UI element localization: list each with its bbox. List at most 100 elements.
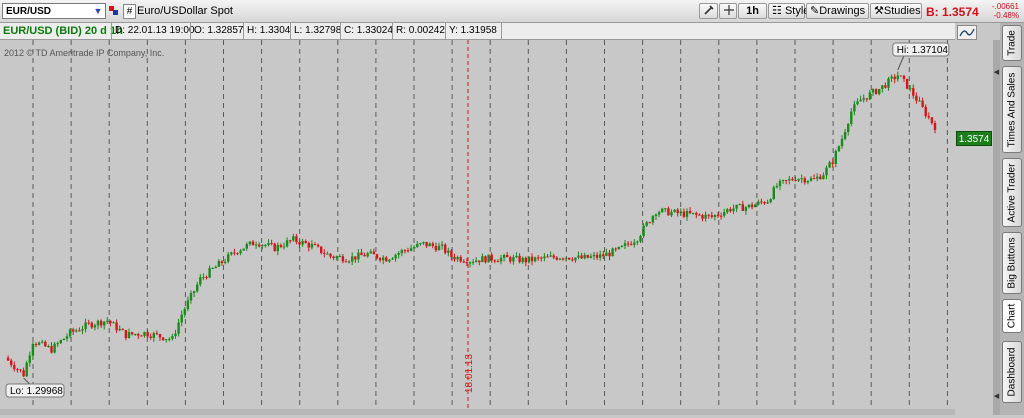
candle-body xyxy=(338,256,341,258)
info-low: L: 1.32798 xyxy=(290,23,341,39)
tab-times-and-sales-label: Times And Sales xyxy=(1006,72,1018,147)
candle-body xyxy=(788,179,791,181)
candle-body xyxy=(735,204,738,209)
candle-body xyxy=(843,132,847,139)
candle-body xyxy=(772,187,775,200)
studies-label: Studies xyxy=(883,5,921,17)
chart-settings-button[interactable] xyxy=(957,25,977,40)
candle-body xyxy=(447,250,450,253)
candle-body xyxy=(285,240,289,247)
candle-body xyxy=(803,178,806,183)
candle-body xyxy=(555,257,558,260)
timeframe-button[interactable]: 1h xyxy=(738,3,767,19)
candle-body xyxy=(682,211,686,217)
candle-body xyxy=(233,252,236,254)
candle-body xyxy=(661,208,664,213)
chevron-down-icon[interactable]: ▼ xyxy=(92,4,104,18)
candle-body xyxy=(719,215,723,217)
candle-body xyxy=(208,268,211,278)
candle-body xyxy=(760,201,763,203)
candle-body xyxy=(68,329,72,337)
candle-body xyxy=(918,100,921,102)
candle-body xyxy=(549,255,552,257)
candle-body xyxy=(496,261,500,263)
candle-body xyxy=(341,256,345,262)
candle-body xyxy=(109,320,112,324)
candle-body xyxy=(611,248,614,257)
candle-body xyxy=(933,123,937,130)
candle-body xyxy=(264,244,267,246)
candle-body xyxy=(65,336,69,339)
style-button[interactable]: ☷ Style xyxy=(768,3,809,19)
chart-title[interactable]: EUR/USD (BID) 20 d 1h xyxy=(3,25,123,37)
side-scrollbar[interactable]: ◀ ◀ xyxy=(993,40,1000,415)
candle-body xyxy=(651,215,655,223)
candle-body xyxy=(909,88,912,90)
candle-body xyxy=(812,178,816,180)
tab-chart[interactable]: Chart xyxy=(1002,299,1022,333)
hash-button[interactable]: # xyxy=(123,4,136,19)
horizontal-scrollbar[interactable] xyxy=(0,409,955,415)
candle-body xyxy=(775,186,779,188)
candle-body xyxy=(37,342,41,345)
tools-icon[interactable] xyxy=(699,3,718,19)
candle-body xyxy=(304,241,307,244)
tab-trade[interactable]: Trade xyxy=(1002,25,1022,61)
tab-active-trader[interactable]: Active Trader xyxy=(1002,158,1022,227)
candle-body xyxy=(214,266,217,269)
scroll-down-icon[interactable]: ◀ xyxy=(993,390,1000,404)
symbol-selector[interactable]: ▼ xyxy=(2,3,106,19)
candle-body xyxy=(695,212,698,215)
candle-body xyxy=(874,89,878,95)
candle-body xyxy=(10,360,13,366)
candle-body xyxy=(859,99,862,102)
tab-times-and-sales[interactable]: Times And Sales xyxy=(1002,66,1022,153)
candle-body xyxy=(800,178,803,180)
candle-body xyxy=(174,333,177,337)
candle-body xyxy=(577,255,580,258)
candle-body xyxy=(344,261,348,263)
candle-body xyxy=(831,162,834,165)
candle-body xyxy=(896,75,899,80)
candle-body xyxy=(834,151,837,165)
studies-button[interactable]: ⚒Studies xyxy=(870,3,922,19)
candle-body xyxy=(93,325,97,328)
candle-body xyxy=(419,243,422,245)
candle-body xyxy=(741,204,744,211)
candle-body xyxy=(512,257,515,262)
candle-body xyxy=(515,255,518,258)
candle-body xyxy=(186,300,190,310)
last-price-label: 1.3574 xyxy=(956,131,992,146)
candle-body xyxy=(87,322,90,324)
candle-body xyxy=(196,284,199,292)
candle-body xyxy=(856,101,859,105)
candle-body xyxy=(41,341,44,343)
drawings-button[interactable]: ✎Drawings xyxy=(806,3,869,19)
info-close: C: 1.33024 xyxy=(340,23,393,39)
candle-body xyxy=(378,258,382,261)
candle-body xyxy=(394,254,397,259)
crosshair-icon[interactable] xyxy=(719,3,737,19)
symbol-input[interactable] xyxy=(6,5,92,17)
symbol-description: Euro/USDollar Spot xyxy=(137,5,233,17)
candle-body xyxy=(428,243,431,247)
tab-dashboard[interactable]: Dashboard xyxy=(1002,341,1022,403)
chart-canvas[interactable]: 18.01.13 Hi: 1.37104 Lo: 1.29968 xyxy=(0,40,955,415)
candle-body xyxy=(620,245,624,247)
candle-body xyxy=(47,346,50,348)
candle-body xyxy=(595,254,599,258)
scroll-up-icon[interactable]: ◀ xyxy=(993,66,1000,80)
candle-body xyxy=(121,328,124,331)
candle-body xyxy=(561,258,565,260)
candle-body xyxy=(44,341,47,347)
candle-body xyxy=(425,241,428,247)
candle-body xyxy=(261,245,264,247)
candle-body xyxy=(915,95,918,101)
candle-body xyxy=(130,332,134,335)
tab-big-buttons[interactable]: Big Buttons xyxy=(1002,232,1022,294)
link-icon[interactable] xyxy=(108,4,120,19)
price-chart[interactable]: 18.01.13 Hi: 1.37104 Lo: 1.29968 xyxy=(0,40,955,415)
candle-body xyxy=(850,111,853,124)
candle-body xyxy=(332,256,335,259)
change-absolute: -.00661 xyxy=(991,2,1019,11)
